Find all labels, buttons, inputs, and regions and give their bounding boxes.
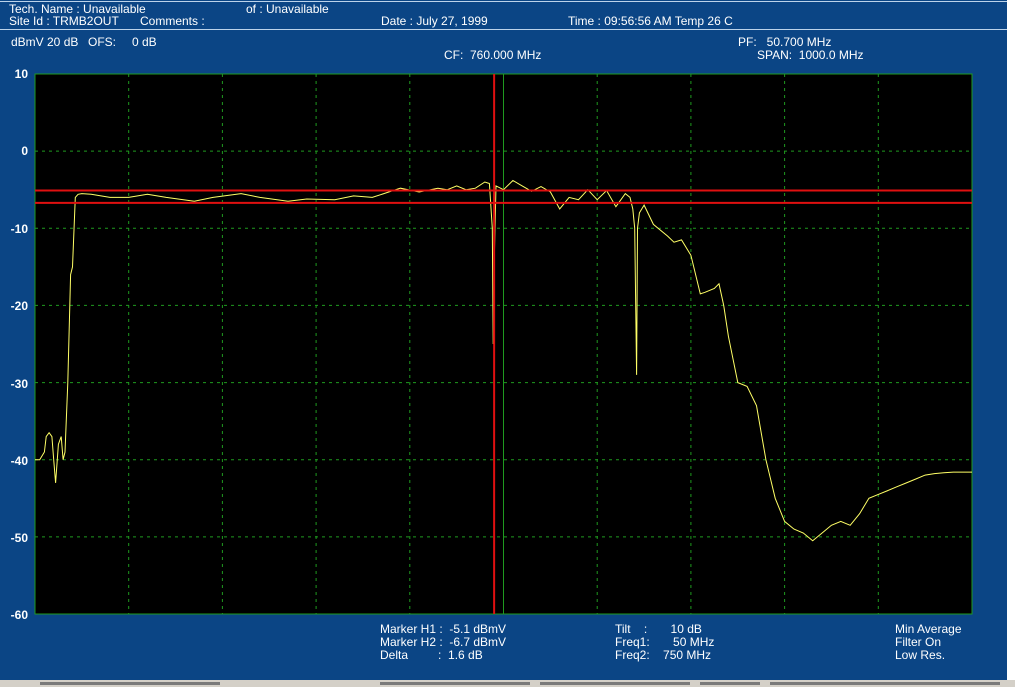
- taskbar-strip: [0, 680, 1015, 687]
- delta-readout: Delta : 1.6 dB: [380, 648, 483, 662]
- mode-resolution: Low Res.: [895, 648, 946, 662]
- freq2-readout: Freq2: 750 MHz: [615, 648, 712, 662]
- spectrum-plot: [34, 73, 973, 615]
- window-edge: [1007, 0, 1015, 687]
- analyzer-screen: { "header": { "tech_name": "Tech. Name :…: [0, 0, 1015, 687]
